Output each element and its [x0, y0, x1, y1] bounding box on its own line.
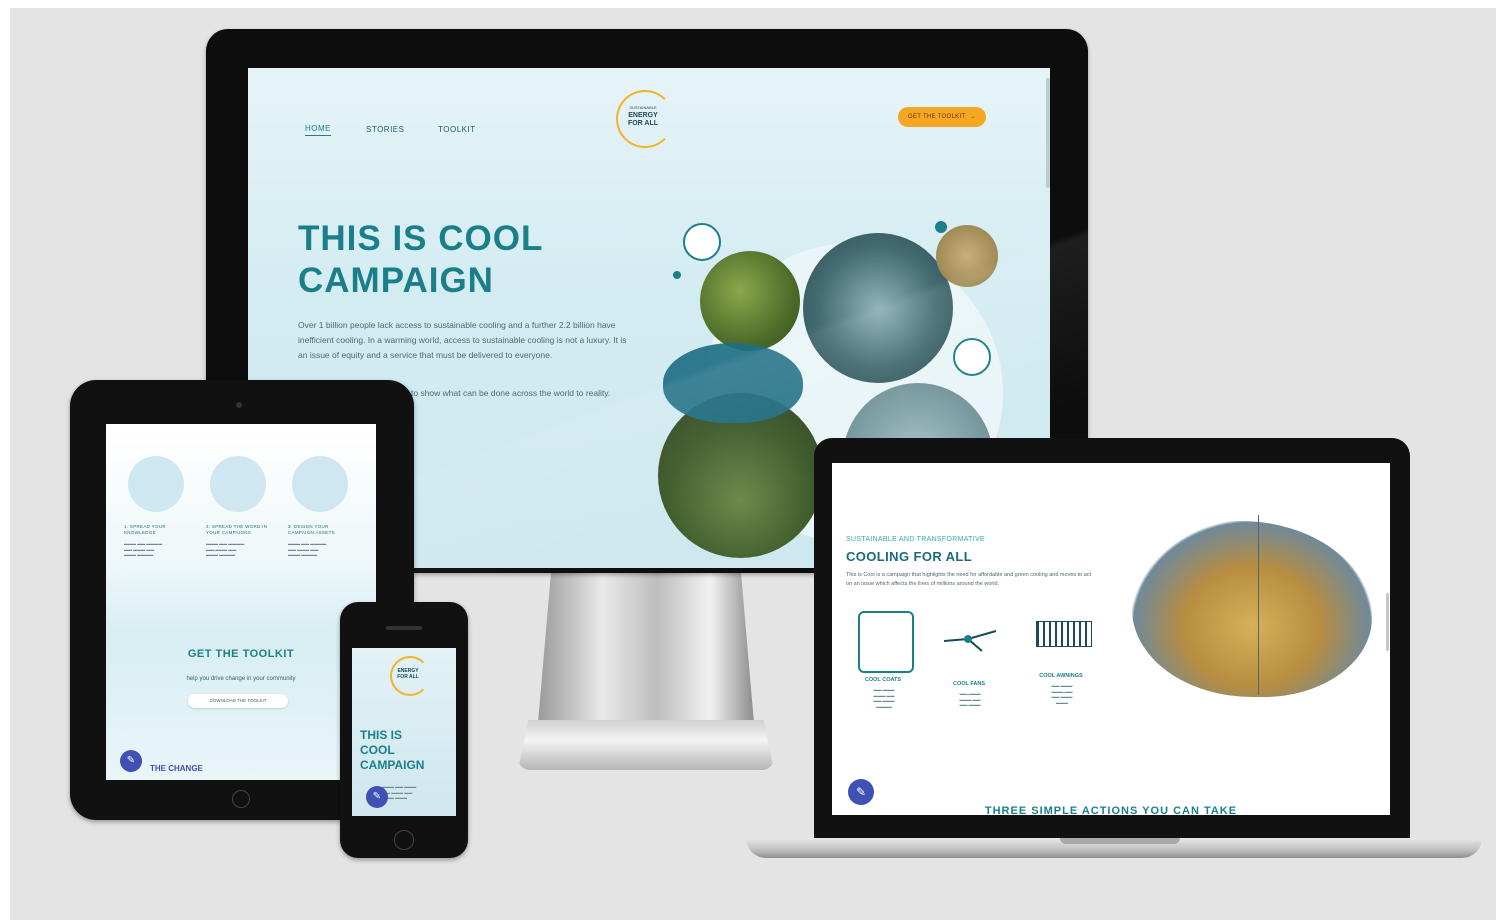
phone-screen: ENERGY FOR ALL THIS IS COOL CAMPAIGN ▬▬▬… — [352, 648, 456, 816]
toolkit-subtext: help you drive change in your community — [186, 676, 296, 682]
awning-icon — [1036, 621, 1092, 647]
logo-text: SUSTAINABLE ENERGY FOR ALL — [627, 105, 659, 127]
scrollbar[interactable] — [1046, 78, 1050, 188]
scrollbar[interactable] — [1386, 593, 1389, 651]
logo-text: ENERGY FOR ALL — [397, 668, 419, 680]
pin-dot-icon — [673, 271, 681, 279]
nav-home[interactable]: HOME — [305, 124, 331, 136]
edit-pencil-icon[interactable]: ✎ — [366, 786, 388, 808]
pin-dot-icon — [935, 221, 947, 233]
feature-text: ▬▬ ▬▬▬ ▬▬▬ ▬▬ ▬▬ ▬▬▬ ▬▬▬▬ — [873, 687, 895, 709]
feature-label: COOL FANS — [953, 681, 985, 687]
feature-text: ▬▬ ▬▬▬ ▬▬▬ ▬▬ ▬▬ ▬▬▬ ▬▬▬ — [1051, 683, 1073, 705]
fan-icon — [942, 627, 998, 655]
community-photo — [1132, 521, 1372, 697]
feature-label: COOL AWNINGS — [1039, 673, 1083, 679]
village-photo — [936, 225, 998, 287]
laptop-notch — [1060, 838, 1180, 844]
phone-hero-title: THIS IS COOL CAMPAIGN — [360, 728, 425, 772]
tablet-screen: 1. SPREAD YOUR KNOWLEDGE ▬▬▬ ▬▬ ▬▬▬▬ ▬▬ ▬… — [106, 424, 376, 780]
coat-icon — [858, 611, 914, 673]
phone-home-button[interactable] — [394, 830, 414, 850]
hero-paragraph-2: to show what can be done across the worl… — [411, 388, 611, 398]
feature-text: ▬▬ ▬▬▬ ▬▬▬ ▬▬ ▬▬ ▬▬▬ — [959, 691, 981, 707]
section-intro: This is Cool is a campaign that highligh… — [846, 572, 1092, 587]
monitor-stand-neck — [538, 573, 754, 723]
toolkit-card: 1. SPREAD YOUR KNOWLEDGE ▬▬▬ ▬▬ ▬▬▬▬ ▬▬ ▬… — [124, 524, 166, 557]
forest-photo — [700, 251, 800, 351]
get-toolkit-button[interactable]: GET THE TOOLKIT → — [898, 107, 986, 127]
phone-hero-paragraph: ▬▬▬ ▬▬ ▬▬▬ ▬▬ ▬▬▬ ▬▬ ▬▬▬ ▬▬▬ — [382, 784, 417, 800]
download-toolkit-button[interactable]: DOWNLOAD THE TOOLKIT — [188, 694, 288, 708]
fan-icon — [128, 456, 184, 512]
tablet-camera — [236, 402, 242, 408]
get-toolkit-heading: GET THE TOOLKIT — [187, 648, 295, 660]
laptop-screen: SUSTAINABLE AND TRANSFORMATIVE COOLING F… — [832, 463, 1390, 815]
street-photo — [803, 233, 953, 383]
phone-speaker — [386, 626, 422, 630]
change-heading: THE CHANGE — [150, 764, 203, 773]
monitor-stand-foot — [518, 720, 774, 770]
actions-heading: THREE SIMPLE ACTIONS YOU CAN TAKE — [984, 805, 1238, 815]
nav-stories[interactable]: STORIES — [366, 125, 404, 134]
hero-title: THIS IS COOL CAMPAIGN — [298, 219, 544, 300]
tablet-home-button[interactable] — [232, 790, 250, 808]
feature-label: COOL COATS — [864, 677, 902, 683]
photo-divider — [1258, 515, 1259, 695]
phone-icon — [210, 456, 266, 512]
edit-pencil-icon[interactable]: ✎ — [848, 779, 874, 805]
hero-paragraph: Over 1 billion people lack access to sus… — [298, 320, 627, 360]
phone-badge-icon — [683, 223, 721, 261]
section-eyebrow: SUSTAINABLE AND TRANSFORMATIVE — [846, 536, 985, 543]
toolkit-card: 3. DESIGN YOUR CAMPAIGN ASSETS ▬▬▬ ▬▬ ▬▬… — [288, 524, 335, 557]
tree-illustration — [663, 343, 803, 423]
section-heading: COOLING FOR ALL — [846, 549, 973, 564]
toolkit-card: 2. SPREAD THE WORD IN YOUR CAMPAIGNS ▬▬▬… — [206, 524, 268, 557]
arrow-right-icon: → — [969, 114, 976, 120]
nav-toolkit[interactable]: TOOLKIT — [438, 125, 476, 134]
cooler-badge-icon — [953, 338, 991, 376]
map-icon — [292, 456, 348, 512]
mockup-backdrop: HOME STORIES TOOLKIT SUSTAINABLE ENERGY … — [10, 8, 1496, 920]
edit-pencil-icon[interactable]: ✎ — [120, 750, 142, 772]
